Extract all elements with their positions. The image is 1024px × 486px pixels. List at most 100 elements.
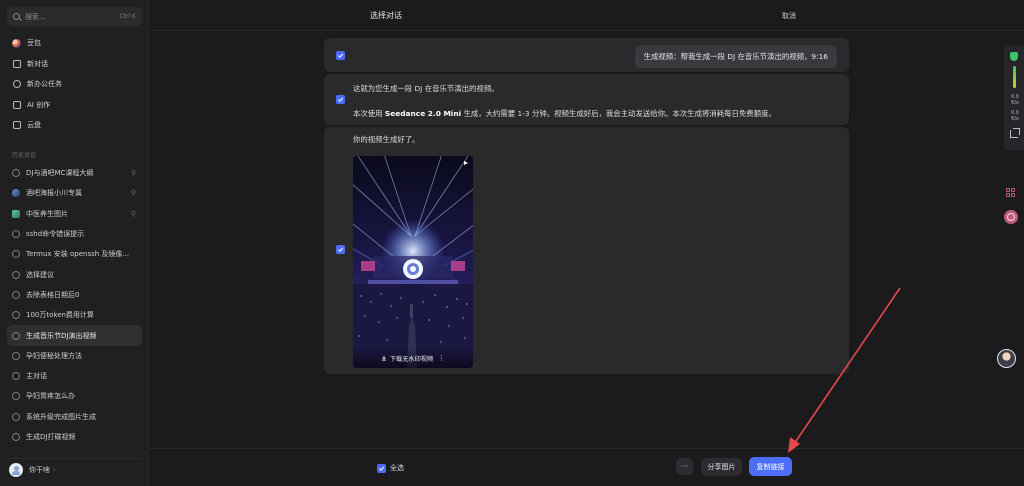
sidebar-item-new-task[interactable]: 新办公任务 [7,74,142,95]
history-item[interactable]: Termux 安装 openssh 及镜像... [7,244,142,264]
sidebar-item-label: 新对话 [27,59,48,68]
download-speed: 0.0 K/s [1007,110,1023,122]
history-item-label: 去除表格日期后0 [26,290,80,299]
image-create-icon [12,100,21,109]
select-checkbox[interactable] [336,245,345,254]
message-row-assistant-video[interactable]: 你的视频生成好了。 下载无水印视频 ⋮ [324,127,849,374]
select-all-toggle[interactable]: 全选 [377,463,404,473]
chat-icon [12,270,20,279]
pin-icon[interactable]: ⚲ [131,210,136,218]
pin-icon[interactable]: ⚲ [131,169,136,177]
upload-speed: 0.0 K/s [1007,94,1023,106]
download-label: 下载无水印视频 [389,355,434,363]
selection-action-bar: 全选 ··· 分享图片 复制链接 [150,448,1024,486]
chat-icon [12,230,20,239]
network-monitor-widget: 0.0 K/s 0.0 K/s [1004,46,1024,150]
sidebar-item-ai-create[interactable]: AI 创作 [7,95,142,116]
history-item[interactable]: sshd命令错误提示 [7,224,142,244]
sidebar-item-cloud[interactable]: 云盘 [7,115,142,136]
chat-icon [12,412,20,421]
select-checkbox[interactable] [336,51,345,60]
sidebar: 搜索... Ctrl K 豆包 新对话 新办公任务 AI 创作 云盘 历史对话 … [0,0,149,486]
basketball-icon[interactable] [1004,210,1018,224]
sidebar-nav: 豆包 新对话 新办公任务 AI 创作 云盘 [7,33,142,136]
shield-icon [1010,52,1018,61]
chat-icon [12,372,20,381]
new-chat-icon [12,59,21,68]
doubao-logo-icon [12,38,21,48]
page-title: 选择对话 [370,11,402,20]
video-player[interactable]: 下载无水印视频 ⋮ [353,156,473,368]
history-item[interactable]: 孕妇胃疼怎么办 [7,386,142,406]
chat-icon [12,290,20,299]
history-item-label: 生成DJ打碟视频 [26,433,76,441]
model-detail: 生成，大约需要 1-3 分钟。视频生成好后，我会主动发送给你。本次生成将消耗每日… [461,109,776,118]
sidebar-item-label: AI 创作 [27,100,51,109]
history-item-label: 系统升级完成图片生成 [26,412,96,421]
image-thumb-icon [12,209,20,218]
history-item[interactable]: 孕妇便秘处理方法 [7,346,142,366]
history-item[interactable]: 去除表格日期后0 [7,285,142,305]
model-name: Seedance 2.0 Mini [384,109,462,118]
floating-assistant-avatar[interactable] [997,349,1016,368]
assistant-message-line2: 本次使用 Seedance 2.0 Mini 生成，大约需要 1-3 分钟。视频… [353,108,776,119]
check-icon [338,97,344,102]
chevron-right-icon: › [53,465,56,474]
crop-icon[interactable] [1010,128,1020,138]
download-watermark-free-button[interactable]: 下载无水印视频 ⋮ [353,348,473,368]
history-item-label: 孕妇胃疼怎么办 [26,392,75,401]
check-icon [338,247,344,252]
history-item[interactable]: 主对话 [7,366,142,386]
folder-icon [12,121,21,130]
history-item-label: 酒吧海报小川专属 [26,189,82,198]
top-bar: 选择对话 取消 [150,0,1024,31]
more-options-button[interactable]: ··· [676,458,693,475]
history-item-label: 中医养生图片 [26,209,68,218]
pin-icon[interactable]: ⚲ [131,189,136,197]
history-item-label: 选择建议 [26,270,54,279]
apps-grid-icon[interactable] [1006,188,1016,198]
history-item[interactable]: 100万token费用计算 [7,305,142,325]
model-intro: 本次使用 [353,109,385,118]
share-image-button[interactable]: 分享图片 [701,458,742,476]
concert-video-thumbnail [353,156,473,368]
history-item-label: 100万token费用计算 [26,311,94,320]
select-checkbox[interactable] [336,95,345,104]
message-row-user[interactable]: 生成视频：帮我生成一段 DJ 在音乐节演出的视频，9:16 [324,38,849,72]
search-input[interactable]: 搜索... Ctrl K [7,7,142,26]
history-item-label: Termux 安装 openssh 及镜像... [26,250,130,259]
user-profile[interactable]: 你干啥 › [7,458,142,478]
history-item-label: 生成音乐节DJ演出视频 [26,331,97,340]
message-row-assistant[interactable]: 这就为您生成一段 DJ 在音乐节演出的视频。 本次使用 Seedance 2.0… [324,74,849,125]
assistant-message-video-caption: 你的视频生成好了。 [353,135,420,144]
history-item-label: sshd命令错误提示 [26,230,85,239]
check-icon [379,466,385,471]
history-item-active[interactable]: 生成音乐节DJ演出视频 [7,325,142,346]
check-icon [338,53,344,58]
usage-bar [1013,66,1016,88]
history-item[interactable]: 中医养生图片 ⚲ [7,204,142,224]
sidebar-item-label: 新办公任务 [27,80,62,89]
chat-icon [12,433,20,441]
play-icon[interactable] [464,161,468,165]
history-item[interactable]: 系统升级完成图片生成 [7,407,142,427]
cancel-button[interactable]: 取消 [782,11,796,21]
history-item[interactable]: DJ与酒吧MC课程大纲 ⚲ [7,163,142,183]
upload-speed-unit: K/s [1011,100,1019,106]
sidebar-item-doubao[interactable]: 豆包 [7,33,142,54]
copy-link-button[interactable]: 复制链接 [749,457,792,476]
chat-icon [12,392,20,401]
history-item-label: DJ与酒吧MC课程大纲 [26,169,94,178]
search-placeholder: 搜索... [25,12,46,21]
sidebar-item-label: 豆包 [27,39,41,48]
select-all-checkbox[interactable] [377,463,386,473]
history-item[interactable]: 酒吧海报小川专属 ⚲ [7,183,142,203]
search-shortcut: Ctrl K [119,13,136,20]
download-speed-unit: K/s [1011,116,1019,122]
sidebar-item-new-chat[interactable]: 新对话 [7,54,142,75]
history-item[interactable]: 生成DJ打碟视频 [7,427,142,447]
more-vertical-icon[interactable]: ⋮ [438,354,445,362]
history-item[interactable]: 选择建议 [7,264,142,284]
history-list: DJ与酒吧MC课程大纲 ⚲ 酒吧海报小川专属 ⚲ 中医养生图片 ⚲ sshd命令错误提… [7,163,142,447]
chat-icon [12,250,20,259]
